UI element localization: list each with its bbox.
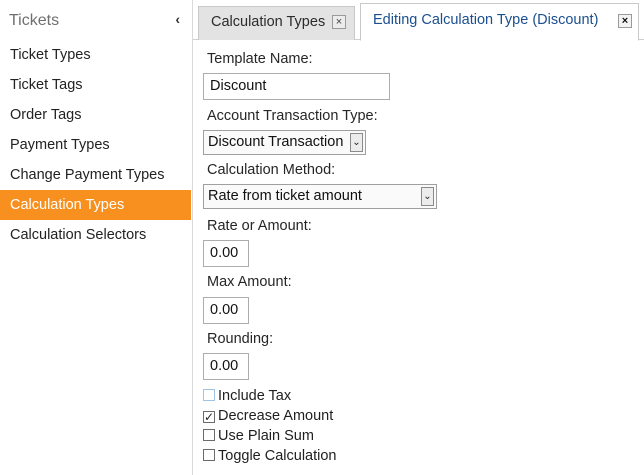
account-transaction-type-label: Account Transaction Type: (207, 108, 378, 124)
sidebar-header: Tickets ‹ (0, 0, 192, 40)
tab-calculation-types[interactable]: Calculation Types × (198, 6, 355, 40)
calculation-method-select[interactable]: Rate from ticket amount ⌄ (203, 184, 437, 209)
toggle-calculation-checkbox[interactable] (203, 449, 215, 461)
account-transaction-type-value: Discount Transaction (208, 134, 344, 150)
checkmark-icon: ✓ (204, 410, 215, 424)
sidebar-item-ticket-tags[interactable]: Ticket Tags (0, 70, 191, 100)
sidebar-item-calculation-types[interactable]: Calculation Types (0, 190, 191, 220)
collapse-sidebar-icon[interactable]: ‹ (175, 11, 180, 27)
sidebar: Tickets ‹ Ticket Types Ticket Tags Order… (0, 0, 193, 475)
max-amount-label: Max Amount: (207, 274, 292, 290)
sidebar-item-calculation-selectors[interactable]: Calculation Selectors (0, 220, 191, 250)
template-name-input[interactable]: Discount (203, 73, 390, 100)
calculation-method-value: Rate from ticket amount (208, 188, 362, 204)
toggle-calculation-checkbox-row[interactable]: Toggle Calculation (203, 446, 337, 466)
template-name-label: Template Name: (207, 51, 313, 67)
edit-form: Template Name: Discount Account Transact… (193, 41, 644, 475)
sidebar-item-order-tags[interactable]: Order Tags (0, 100, 191, 130)
decrease-amount-checkbox[interactable]: ✓ (203, 411, 215, 423)
rate-or-amount-input[interactable]: 0.00 (203, 240, 249, 267)
rounding-label: Rounding: (207, 331, 274, 347)
use-plain-sum-label: Use Plain Sum (218, 428, 314, 444)
tab-bar: Calculation Types × Editing Calculation … (193, 0, 644, 41)
tab-label: Editing Calculation Type (Discount) (373, 12, 599, 28)
decrease-amount-checkbox-row[interactable]: ✓ Decrease Amount (203, 406, 333, 426)
calculation-method-label: Calculation Method: (207, 162, 336, 178)
tab-label: Calculation Types (211, 14, 326, 30)
toggle-calculation-label: Toggle Calculation (218, 448, 337, 464)
chevron-down-icon[interactable]: ⌄ (421, 187, 434, 206)
use-plain-sum-checkbox[interactable] (203, 429, 215, 441)
max-amount-input[interactable]: 0.00 (203, 297, 249, 324)
sidebar-item-change-payment-types[interactable]: Change Payment Types (0, 160, 191, 190)
include-tax-checkbox-row[interactable]: Include Tax (203, 386, 291, 406)
sidebar-item-ticket-types[interactable]: Ticket Types (0, 40, 191, 70)
rate-or-amount-label: Rate or Amount: (207, 218, 312, 234)
sidebar-title: Tickets (9, 12, 60, 29)
include-tax-checkbox[interactable] (203, 389, 215, 401)
tab-editing-calculation-type[interactable]: Editing Calculation Type (Discount) × (360, 3, 639, 41)
chevron-down-icon[interactable]: ⌄ (350, 133, 363, 152)
include-tax-label: Include Tax (218, 388, 292, 404)
decrease-amount-label: Decrease Amount (218, 408, 334, 424)
close-icon[interactable]: × (618, 14, 632, 28)
close-icon[interactable]: × (332, 15, 346, 29)
account-transaction-type-select[interactable]: Discount Transaction ⌄ (203, 130, 366, 155)
sidebar-item-payment-types[interactable]: Payment Types (0, 130, 191, 160)
rounding-input[interactable]: 0.00 (203, 353, 249, 380)
use-plain-sum-checkbox-row[interactable]: Use Plain Sum (203, 426, 314, 446)
